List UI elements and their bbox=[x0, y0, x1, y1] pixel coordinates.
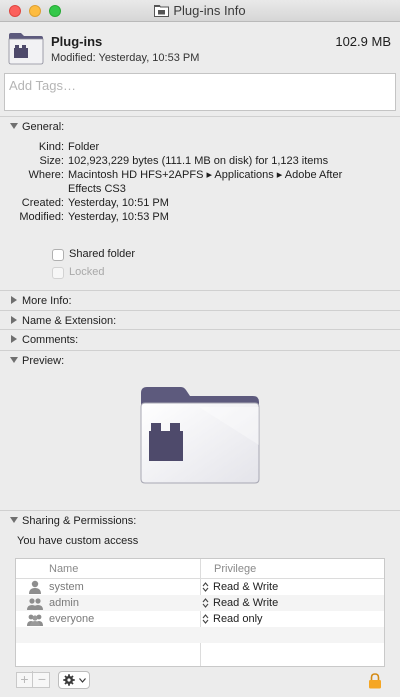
where-value: Macintosh HD HFS+2APFS ▸ Applications ▸ … bbox=[68, 169, 343, 195]
disclosure-closed-icon[interactable] bbox=[10, 296, 18, 304]
section-preview[interactable]: Preview: bbox=[0, 350, 400, 370]
tags-field[interactable] bbox=[4, 73, 396, 111]
section-general[interactable]: General: bbox=[0, 116, 400, 136]
section-sharing-label: Sharing & Permissions: bbox=[22, 515, 137, 527]
lock-icon[interactable] bbox=[368, 673, 382, 689]
shared-folder-label: Shared folder bbox=[69, 248, 136, 260]
title-bar: Plug-ins Info bbox=[0, 0, 400, 22]
window-title: Plug-ins Info bbox=[0, 3, 400, 18]
kind-value: Folder bbox=[68, 141, 100, 153]
single-user-icon bbox=[29, 580, 41, 594]
folder-icon bbox=[154, 5, 170, 17]
window-title-text: Plug-ins Info bbox=[173, 3, 246, 18]
permission-privilege[interactable]: Read & Write bbox=[213, 597, 278, 609]
info-header: Plug-ins 102.9 MB Modified: Yesterday, 1… bbox=[0, 23, 400, 71]
table-row[interactable]: system Read & Write bbox=[16, 579, 384, 595]
locked-label: Locked bbox=[69, 266, 105, 278]
shared-folder-box[interactable] bbox=[52, 249, 64, 261]
where-label: Where: bbox=[28, 169, 64, 181]
size-value: 102,923,229 bytes (111.1 MB on disk) for… bbox=[68, 155, 329, 167]
kind-label: Kind: bbox=[38, 141, 64, 153]
size-label: Size: bbox=[39, 155, 64, 167]
disclosure-closed-icon[interactable] bbox=[10, 335, 18, 343]
plugins-folder-icon bbox=[8, 33, 44, 65]
item-name: Plug-ins bbox=[51, 34, 103, 49]
created-label: Created: bbox=[21, 197, 64, 209]
section-more-info[interactable]: More Info: bbox=[0, 290, 400, 310]
add-user-button[interactable]: + bbox=[17, 671, 33, 687]
preview-folder-icon bbox=[140, 387, 260, 484]
modified-value: Yesterday, 10:53 PM bbox=[68, 211, 169, 223]
bottom-toolbar: + − bbox=[0, 668, 400, 697]
disclosure-closed-icon[interactable] bbox=[10, 316, 18, 324]
gear-icon bbox=[63, 674, 75, 686]
empty-row bbox=[16, 627, 384, 643]
chevron-down-icon bbox=[79, 678, 86, 683]
section-more-info-label: More Info: bbox=[22, 295, 72, 307]
section-name-extension[interactable]: Name & Extension: bbox=[0, 310, 400, 330]
section-sharing[interactable]: Sharing & Permissions: bbox=[0, 510, 400, 530]
permission-privilege[interactable]: Read & Write bbox=[213, 581, 278, 593]
column-privilege[interactable]: Privilege bbox=[214, 563, 256, 575]
tags-input[interactable] bbox=[5, 74, 395, 96]
permission-privilege[interactable]: Read only bbox=[213, 613, 263, 625]
section-name-extension-label: Name & Extension: bbox=[22, 315, 117, 327]
table-row[interactable]: admin Read & Write bbox=[16, 595, 384, 611]
remove-user-button[interactable]: − bbox=[34, 671, 50, 687]
table-row[interactable]: everyone Read only bbox=[16, 611, 384, 627]
action-menu-button[interactable] bbox=[58, 671, 90, 689]
disclosure-open-icon[interactable] bbox=[10, 516, 18, 524]
empty-row bbox=[16, 643, 384, 659]
add-remove-control: + − bbox=[16, 671, 50, 688]
group-users-icon bbox=[27, 598, 43, 610]
permission-user-name: everyone bbox=[49, 613, 95, 625]
locked-box[interactable] bbox=[52, 267, 64, 279]
disclosure-open-icon[interactable] bbox=[10, 122, 18, 130]
disclosure-open-icon[interactable] bbox=[10, 356, 18, 364]
modified-label: Modified: bbox=[19, 211, 64, 223]
section-general-label: General: bbox=[22, 121, 65, 133]
created-value: Yesterday, 10:51 PM bbox=[68, 197, 169, 209]
everyone-users-icon bbox=[27, 614, 43, 626]
updown-chevron-icon[interactable] bbox=[202, 582, 209, 592]
section-preview-label: Preview: bbox=[22, 355, 65, 367]
column-name[interactable]: Name bbox=[49, 563, 78, 575]
permission-user-name: admin bbox=[49, 597, 79, 609]
section-comments-label: Comments: bbox=[22, 334, 79, 346]
section-comments[interactable]: Comments: bbox=[0, 329, 400, 349]
updown-chevron-icon[interactable] bbox=[202, 614, 209, 624]
item-modified: Modified: Yesterday, 10:53 PM bbox=[51, 52, 200, 64]
item-size: 102.9 MB bbox=[335, 34, 391, 49]
updown-chevron-icon[interactable] bbox=[202, 598, 209, 608]
permission-user-name: system bbox=[49, 581, 84, 593]
access-text: You have custom access bbox=[17, 535, 139, 547]
permissions-table: Name Privilege system Read & Write admin… bbox=[15, 558, 385, 667]
